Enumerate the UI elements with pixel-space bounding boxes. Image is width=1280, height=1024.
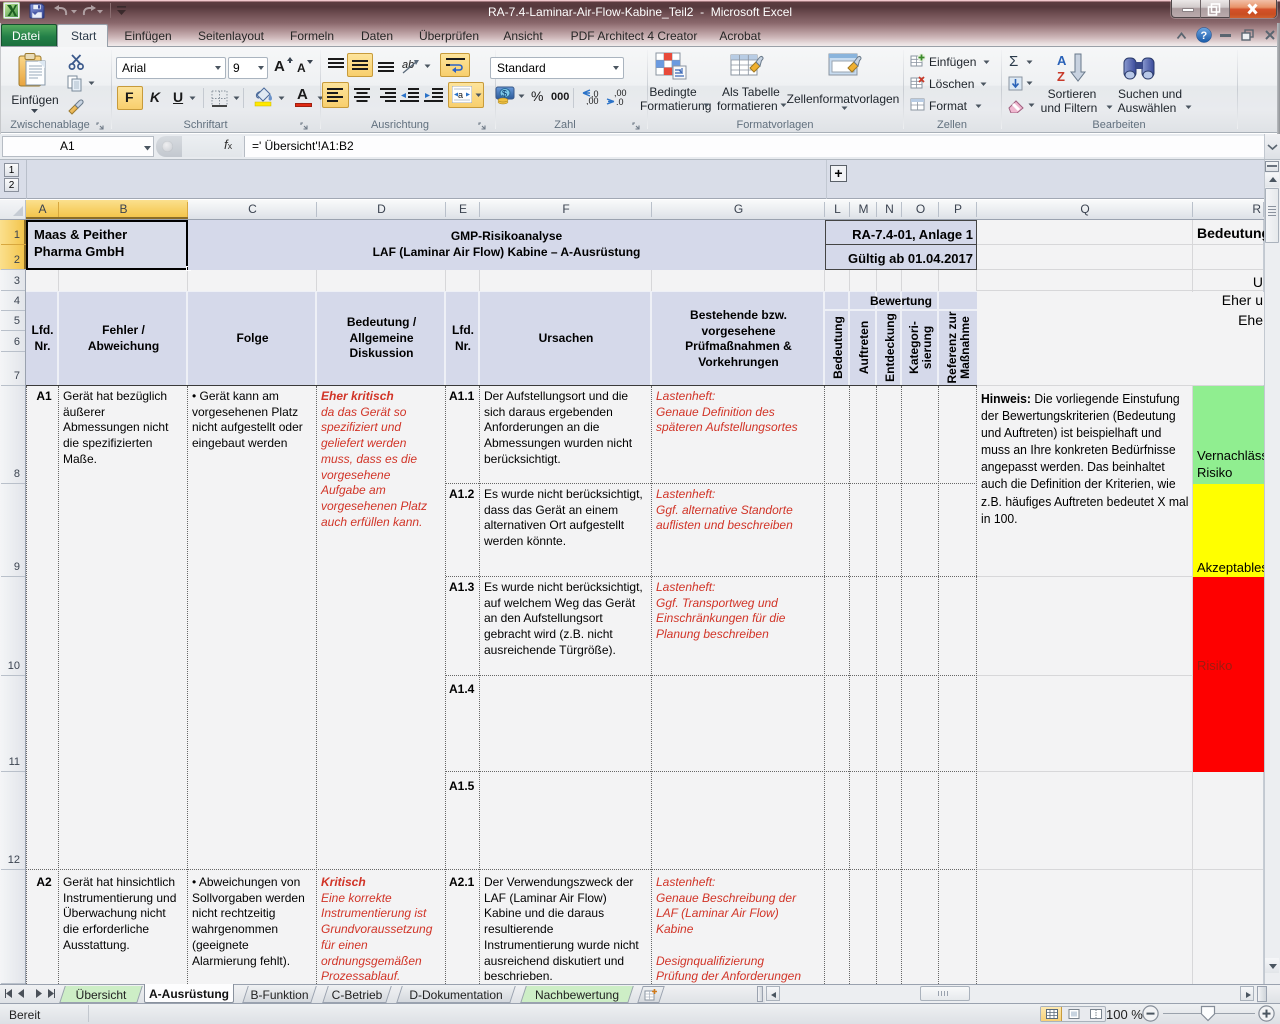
- svg-text:?: ?: [1201, 30, 1208, 42]
- svg-text:A: A: [1057, 53, 1067, 68]
- svg-text:,00: ,00: [586, 96, 599, 105]
- svg-text:,0: ,0: [616, 97, 624, 105]
- svg-text:a: a: [458, 90, 463, 100]
- svg-text:$: $: [502, 89, 507, 99]
- svg-text:Z: Z: [1057, 69, 1065, 84]
